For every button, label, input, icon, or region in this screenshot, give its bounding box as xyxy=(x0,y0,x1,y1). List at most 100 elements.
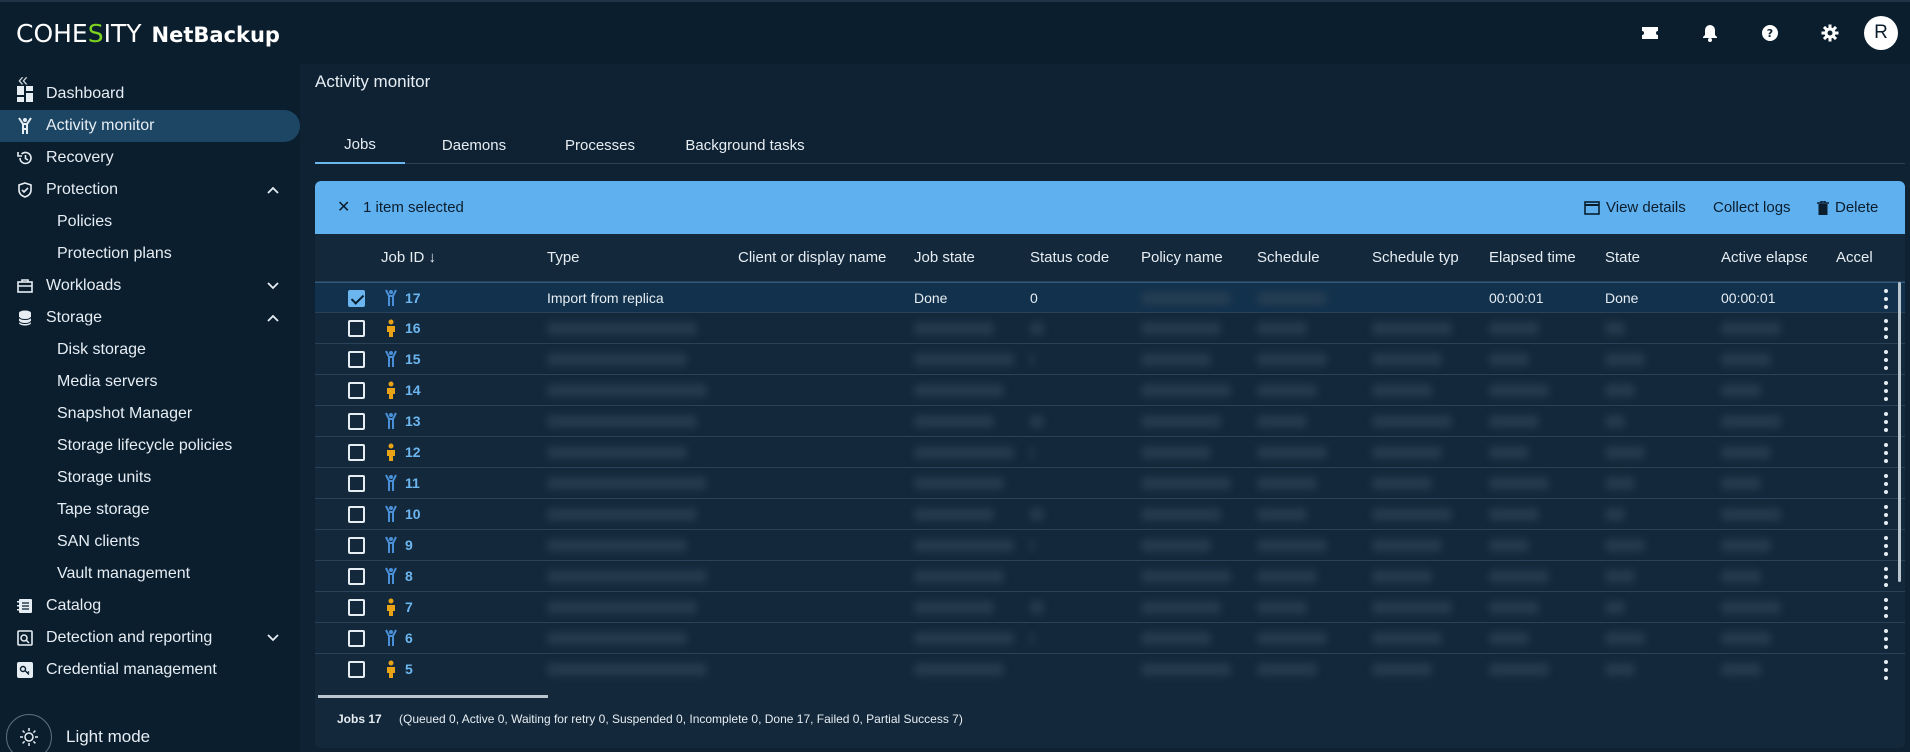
sidebar-item-workloads[interactable]: Workloads xyxy=(0,270,300,302)
table-row[interactable]: 17 Import from replica Done 0 00:00:01 Done 00… xyxy=(315,282,1905,313)
row-menu-icon[interactable] xyxy=(1883,598,1889,618)
row-menu-icon[interactable] xyxy=(1883,412,1889,432)
job-id-link[interactable]: 15 xyxy=(405,351,421,367)
sidebar-item-detection-and-reporting[interactable]: Detection and reporting xyxy=(0,622,300,654)
row-menu-icon[interactable] xyxy=(1883,289,1889,309)
sidebar-item-disk-storage[interactable]: Disk storage xyxy=(57,334,146,366)
sidebar-item-activity-monitor[interactable]: Activity monitor xyxy=(0,110,300,142)
job-id-link[interactable]: 6 xyxy=(405,630,413,646)
job-id-link[interactable]: 8 xyxy=(405,568,413,584)
column-schedule[interactable]: Schedule xyxy=(1257,249,1320,266)
sidebar-item-tape-storage[interactable]: Tape storage xyxy=(57,494,150,526)
sidebar-item-vault-management[interactable]: Vault management xyxy=(57,558,190,590)
column-schedule-type[interactable]: Schedule type xyxy=(1372,249,1459,266)
avatar[interactable]: R xyxy=(1864,16,1898,50)
collect-logs-button[interactable]: Collect logs xyxy=(1713,199,1791,216)
row-menu-icon[interactable] xyxy=(1883,350,1889,370)
table-row[interactable]: 10 xyxy=(315,499,1905,530)
table-row[interactable]: 5 xyxy=(315,654,1905,682)
clear-selection-icon[interactable]: ✕ xyxy=(337,197,350,217)
row-menu-icon[interactable] xyxy=(1883,474,1889,494)
redacted-cell xyxy=(1141,415,1221,428)
job-id-link[interactable]: 9 xyxy=(405,537,413,553)
job-id-link[interactable]: 12 xyxy=(405,444,421,460)
table-row[interactable]: 9 xyxy=(315,530,1905,561)
sidebar-item-credential-management[interactable]: Credential management xyxy=(0,654,300,686)
sidebar-item-protection[interactable]: Protection xyxy=(0,174,300,206)
sidebar-item-storage-units[interactable]: Storage units xyxy=(57,462,151,494)
row-checkbox[interactable] xyxy=(348,290,365,307)
sidebar-item-san-clients[interactable]: SAN clients xyxy=(57,526,140,558)
job-id-link[interactable]: 5 xyxy=(405,661,413,677)
row-checkbox[interactable] xyxy=(348,537,365,554)
sidebar-item-snapshot-manager[interactable]: Snapshot Manager xyxy=(57,398,192,430)
sidebar-item-storage-lifecycle-policies[interactable]: Storage lifecycle policies xyxy=(57,430,232,462)
row-menu-icon[interactable] xyxy=(1883,381,1889,401)
column-type[interactable]: Type xyxy=(547,249,580,266)
column-state[interactable]: State xyxy=(1605,249,1640,266)
sidebar-item-policies[interactable]: Policies xyxy=(57,206,112,238)
table-row[interactable]: 15 xyxy=(315,344,1905,375)
row-checkbox[interactable] xyxy=(348,630,365,647)
row-checkbox[interactable] xyxy=(348,599,365,616)
column-status-code[interactable]: Status code xyxy=(1030,249,1109,266)
column-client[interactable]: Client or display name xyxy=(738,249,886,266)
tab-processes[interactable]: Processes xyxy=(533,126,667,164)
light-mode-toggle[interactable]: Light mode xyxy=(6,714,150,752)
sidebar-item-media-servers[interactable]: Media servers xyxy=(57,366,157,398)
delete-button[interactable]: Delete xyxy=(1817,199,1878,216)
job-id-link[interactable]: 17 xyxy=(405,290,421,306)
gear-icon[interactable] xyxy=(1800,2,1860,64)
table-row[interactable]: 14 xyxy=(315,375,1905,406)
sidebar-item-storage[interactable]: Storage xyxy=(0,302,300,334)
job-id-link[interactable]: 7 xyxy=(405,599,413,615)
table-row[interactable]: 16 xyxy=(315,313,1905,344)
job-id-link[interactable]: 13 xyxy=(405,413,421,429)
row-menu-icon[interactable] xyxy=(1883,629,1889,649)
table-row[interactable]: 11 xyxy=(315,468,1905,499)
row-menu-icon[interactable] xyxy=(1883,567,1889,587)
vertical-scrollbar[interactable] xyxy=(1898,282,1901,582)
row-checkbox[interactable] xyxy=(348,475,365,492)
table-row[interactable]: 8 xyxy=(315,561,1905,592)
row-menu-icon[interactable] xyxy=(1883,536,1889,556)
row-menu-icon[interactable] xyxy=(1883,505,1889,525)
help-icon[interactable]: ? xyxy=(1740,2,1800,64)
table-row[interactable]: 7 xyxy=(315,592,1905,623)
view-details-button[interactable]: View details xyxy=(1584,199,1686,216)
tab-daemons[interactable]: Daemons xyxy=(415,126,533,164)
row-menu-icon[interactable] xyxy=(1883,660,1889,680)
row-checkbox[interactable] xyxy=(348,661,365,678)
row-checkbox[interactable] xyxy=(348,382,365,399)
bell-icon[interactable] xyxy=(1680,2,1740,64)
row-checkbox[interactable] xyxy=(348,506,365,523)
job-id-link[interactable]: 11 xyxy=(405,475,420,491)
tab-background-tasks[interactable]: Background tasks xyxy=(655,126,835,164)
table-row[interactable]: 6 xyxy=(315,623,1905,654)
column-job-id[interactable]: Job ID ↓ xyxy=(381,249,436,266)
sidebar-item-catalog[interactable]: Catalog xyxy=(0,590,300,622)
sidebar-item-recovery[interactable]: Recovery xyxy=(0,142,300,174)
column-policy-name[interactable]: Policy name xyxy=(1141,249,1223,266)
sidebar-item-dashboard[interactable]: Dashboard xyxy=(0,78,300,110)
column-job-state[interactable]: Job state xyxy=(914,249,975,266)
row-checkbox[interactable] xyxy=(348,351,365,368)
redacted-cell xyxy=(547,663,707,676)
row-menu-icon[interactable] xyxy=(1883,319,1889,339)
table-row[interactable]: 12 xyxy=(315,437,1905,468)
row-checkbox[interactable] xyxy=(348,413,365,430)
row-menu-icon[interactable] xyxy=(1883,443,1889,463)
sidebar-item-protection-plans[interactable]: Protection plans xyxy=(57,238,172,270)
job-id-link[interactable]: 10 xyxy=(405,506,421,522)
table-row[interactable]: 13 xyxy=(315,406,1905,437)
column-active-elapsed[interactable]: Active elapsed xyxy=(1721,249,1807,266)
row-checkbox[interactable] xyxy=(348,444,365,461)
row-checkbox[interactable] xyxy=(348,320,365,337)
job-id-link[interactable]: 14 xyxy=(405,382,421,398)
ticket-icon[interactable] xyxy=(1620,2,1680,64)
column-elapsed-time[interactable]: Elapsed time xyxy=(1489,249,1576,266)
tab-jobs[interactable]: Jobs xyxy=(315,126,405,164)
column-accel[interactable]: Accel xyxy=(1836,249,1872,266)
row-checkbox[interactable] xyxy=(348,568,365,585)
job-id-link[interactable]: 16 xyxy=(405,320,421,336)
